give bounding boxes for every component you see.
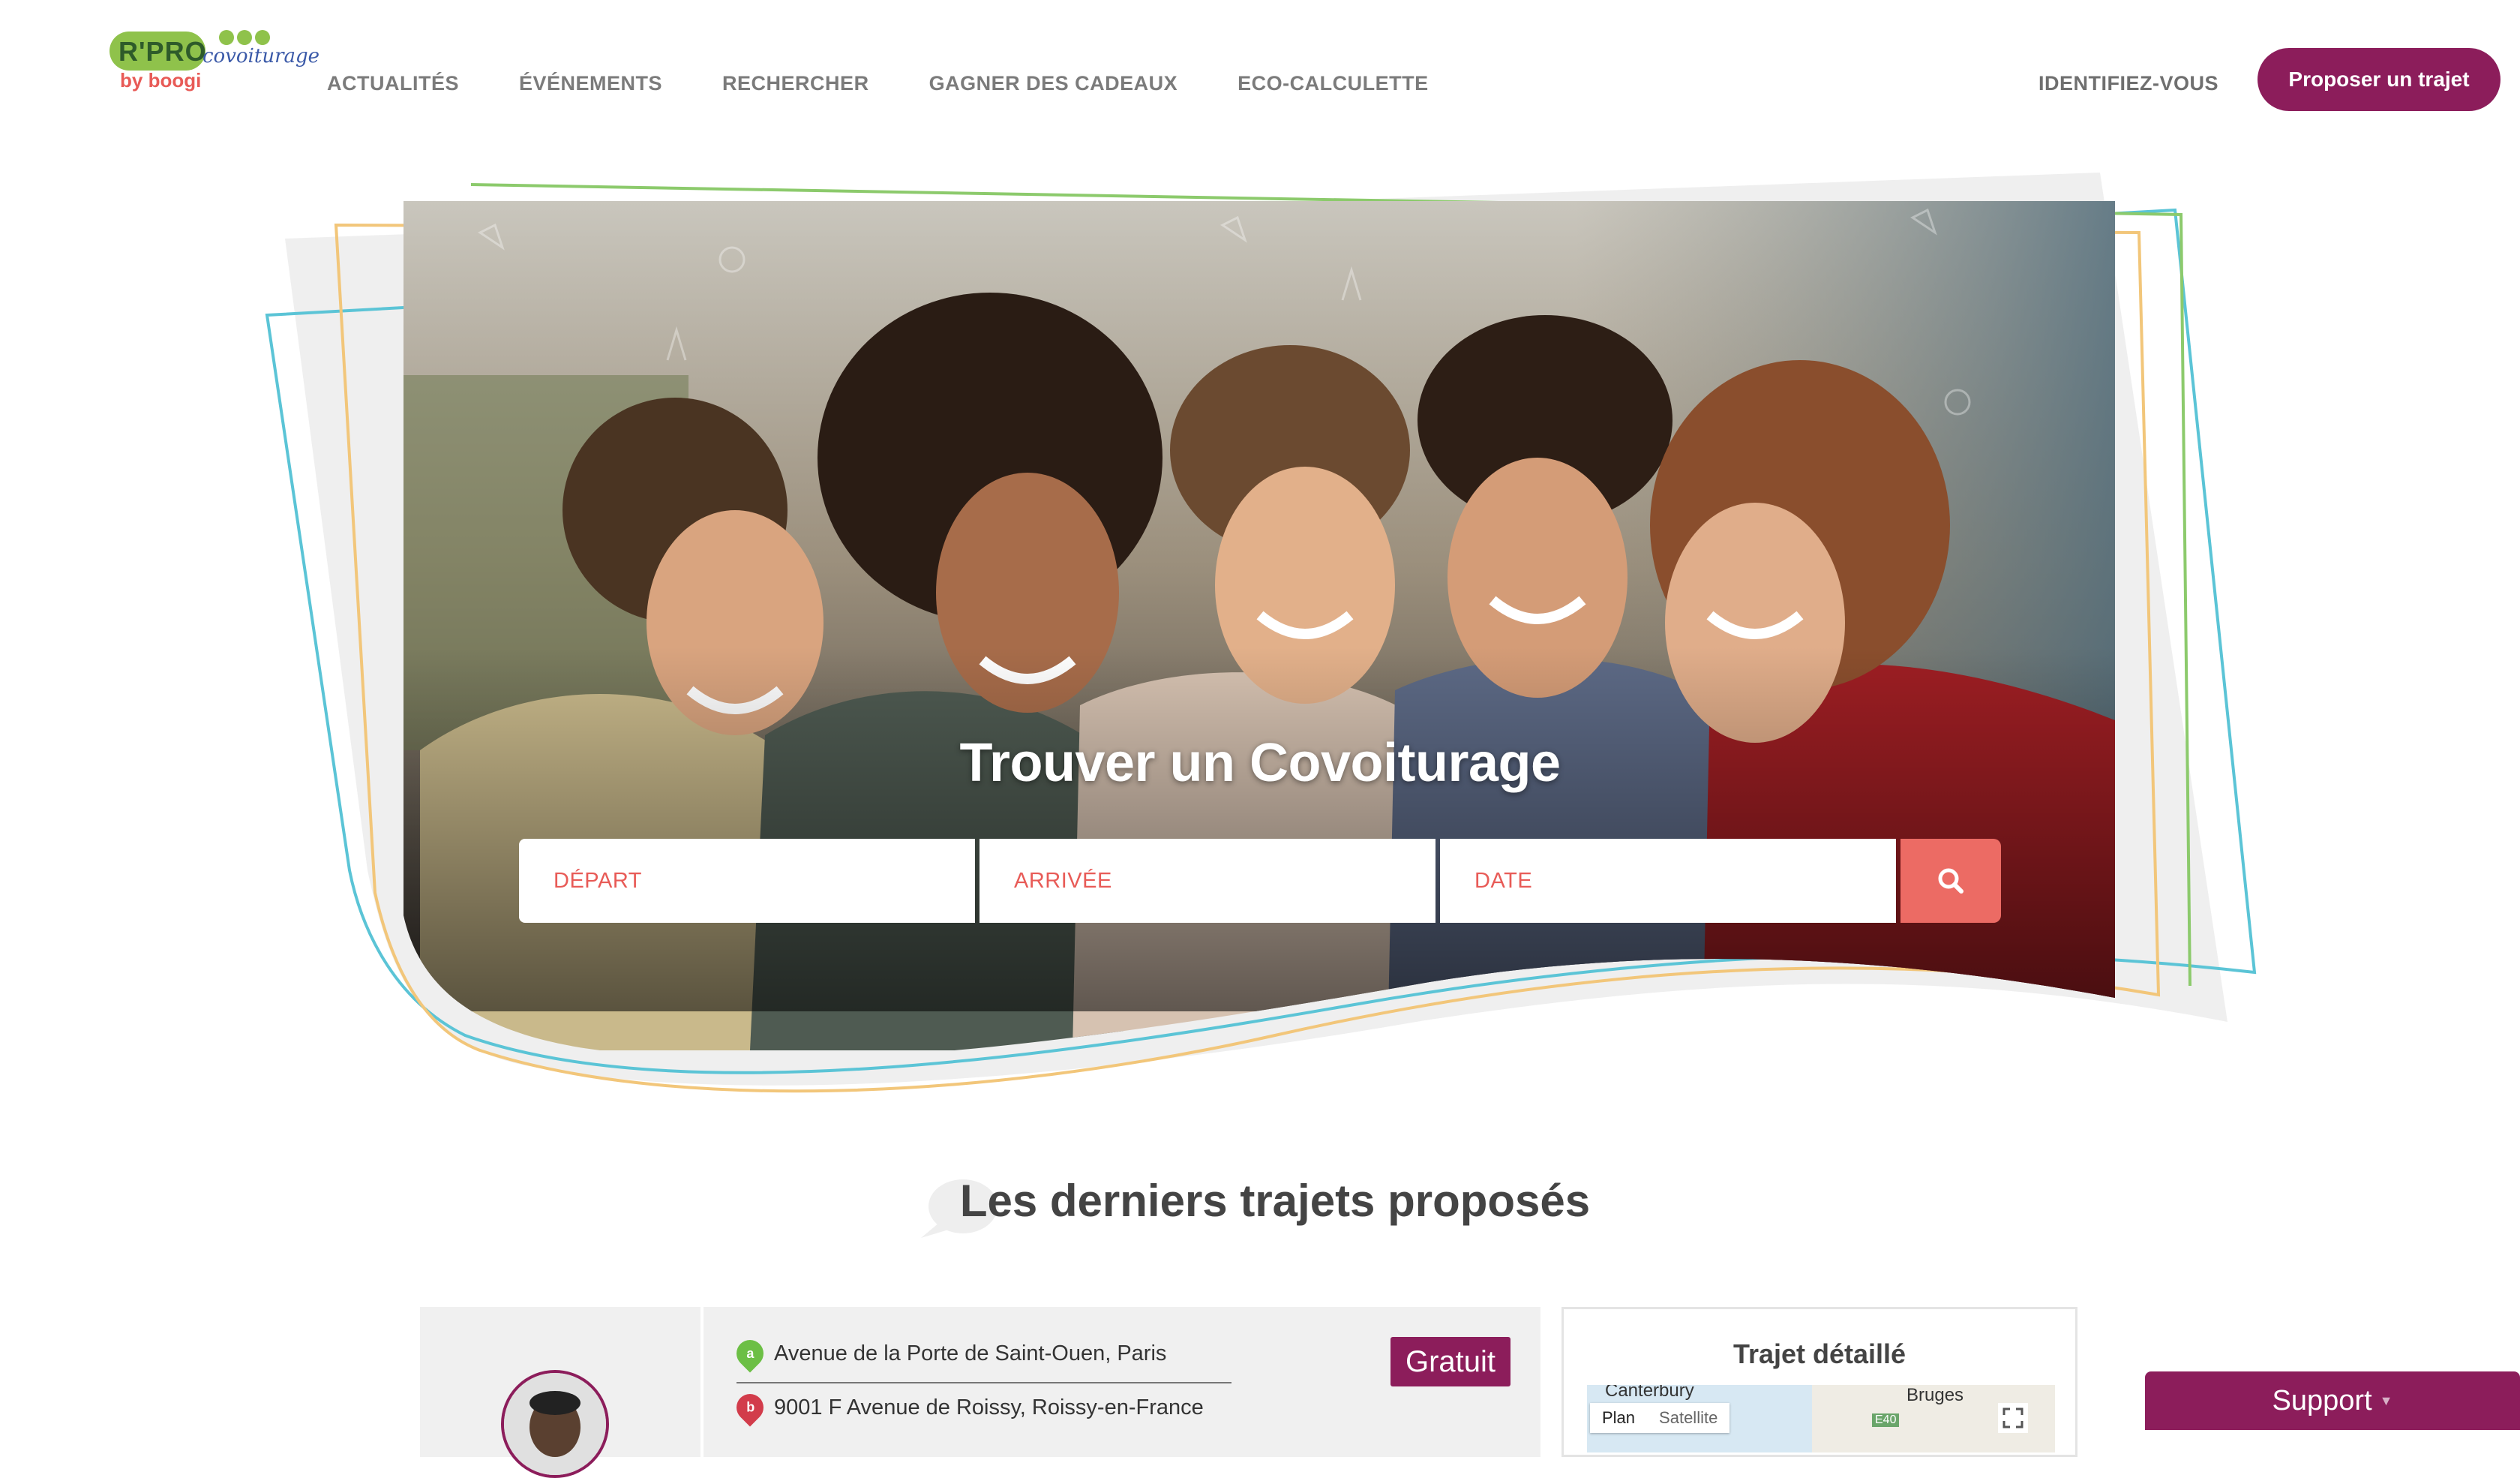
fullscreen-icon — [2002, 1407, 2024, 1428]
support-widget-button[interactable]: Support ▼ — [2145, 1371, 2520, 1430]
hero-photo — [404, 201, 2115, 1050]
map-tab-satellite[interactable]: Satellite — [1647, 1403, 1730, 1433]
support-label: Support — [2272, 1384, 2372, 1416]
map-pin-b-icon: b — [730, 1388, 770, 1427]
map-label-road: E40 — [1872, 1413, 1900, 1427]
trip-to-row: b 9001 F Avenue de Roissy, Roissy-en-Fra… — [730, 1388, 1204, 1427]
arrivee-placeholder: ARRIVÉE — [1014, 868, 1112, 893]
map-tab-plan[interactable]: Plan — [1590, 1403, 1647, 1433]
search-button[interactable] — [1900, 839, 2001, 923]
trip-to-address: 9001 F Avenue de Roissy, Roissy-en-Franc… — [774, 1395, 1204, 1419]
avatar-photo — [504, 1373, 606, 1475]
map-pin-a-icon: a — [730, 1334, 770, 1373]
section-title: Les derniers trajets proposés — [959, 1176, 1591, 1226]
date-placeholder: DATE — [1474, 868, 1533, 893]
depart-placeholder: DÉPART — [554, 868, 642, 893]
map-label-city-1: Canterbury — [1605, 1385, 1694, 1401]
driver-avatar[interactable] — [501, 1370, 609, 1478]
trip-divider — [736, 1382, 1232, 1383]
map-fullscreen-button[interactable] — [1998, 1403, 2028, 1433]
map-type-tabs: Plan Satellite — [1590, 1403, 1730, 1433]
chevron-down-icon: ▼ — [2379, 1392, 2393, 1408]
trip-detail-title: Trajet détaillé — [1732, 1338, 1906, 1369]
map-label-city-2: Bruges — [1906, 1385, 1964, 1405]
search-bar: DÉPART ARRIVÉE DATE — [519, 839, 2001, 923]
arrivee-input[interactable]: ARRIVÉE — [980, 839, 1436, 923]
trip-from-address: Avenue de la Porte de Saint-Ouen, Paris — [774, 1341, 1167, 1365]
hero-title: Trouver un Covoiturage — [959, 733, 1561, 793]
depart-input[interactable]: DÉPART — [519, 839, 975, 923]
search-icon — [1938, 868, 1964, 894]
date-input[interactable]: DATE — [1440, 839, 1896, 923]
hero-decorative-frames — [265, 173, 2257, 1093]
trip-from-row: a Avenue de la Porte de Saint-Ouen, Pari… — [730, 1334, 1167, 1373]
price-badge: Gratuit — [1390, 1337, 1510, 1386]
